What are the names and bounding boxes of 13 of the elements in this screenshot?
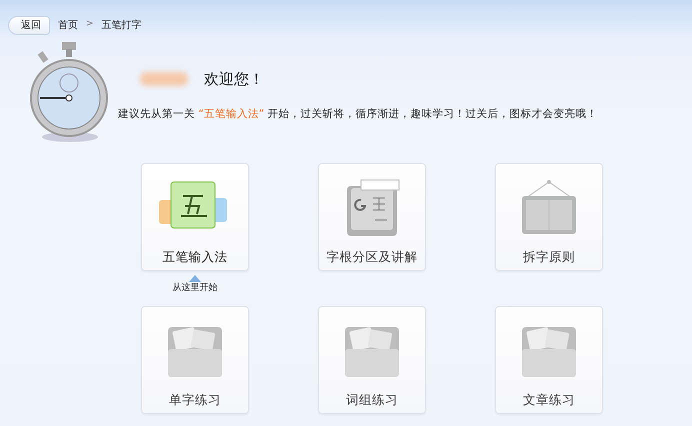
lesson-tile[interactable]: 词组练习 [318,306,426,414]
hint-text: 建议先从第一关 “五笔输入法” 开始，过关斩将，循序渐进，趣味学习！过关后，图标才会变亮哦！ [118,106,598,122]
welcome-text: 欢迎您！ [204,69,264,90]
breadcrumb-separator: > [86,18,94,32]
breadcrumb-current: 五笔打字 [102,18,142,32]
lesson-tile[interactable]: 单字练习 [141,306,249,414]
lesson-tile[interactable]: 字根分区及讲解 [318,163,426,271]
breadcrumb-link[interactable]: 首页 [58,18,78,32]
lesson-tile[interactable]: 文章练习 [495,306,603,414]
lesson-tile[interactable]: 五笔输入法 [141,163,249,271]
back-button[interactable]: 返回 [8,16,50,34]
start-hint-text: 从这里开始 [172,282,218,295]
lesson-tile[interactable]: 拆字原则 [495,163,603,271]
